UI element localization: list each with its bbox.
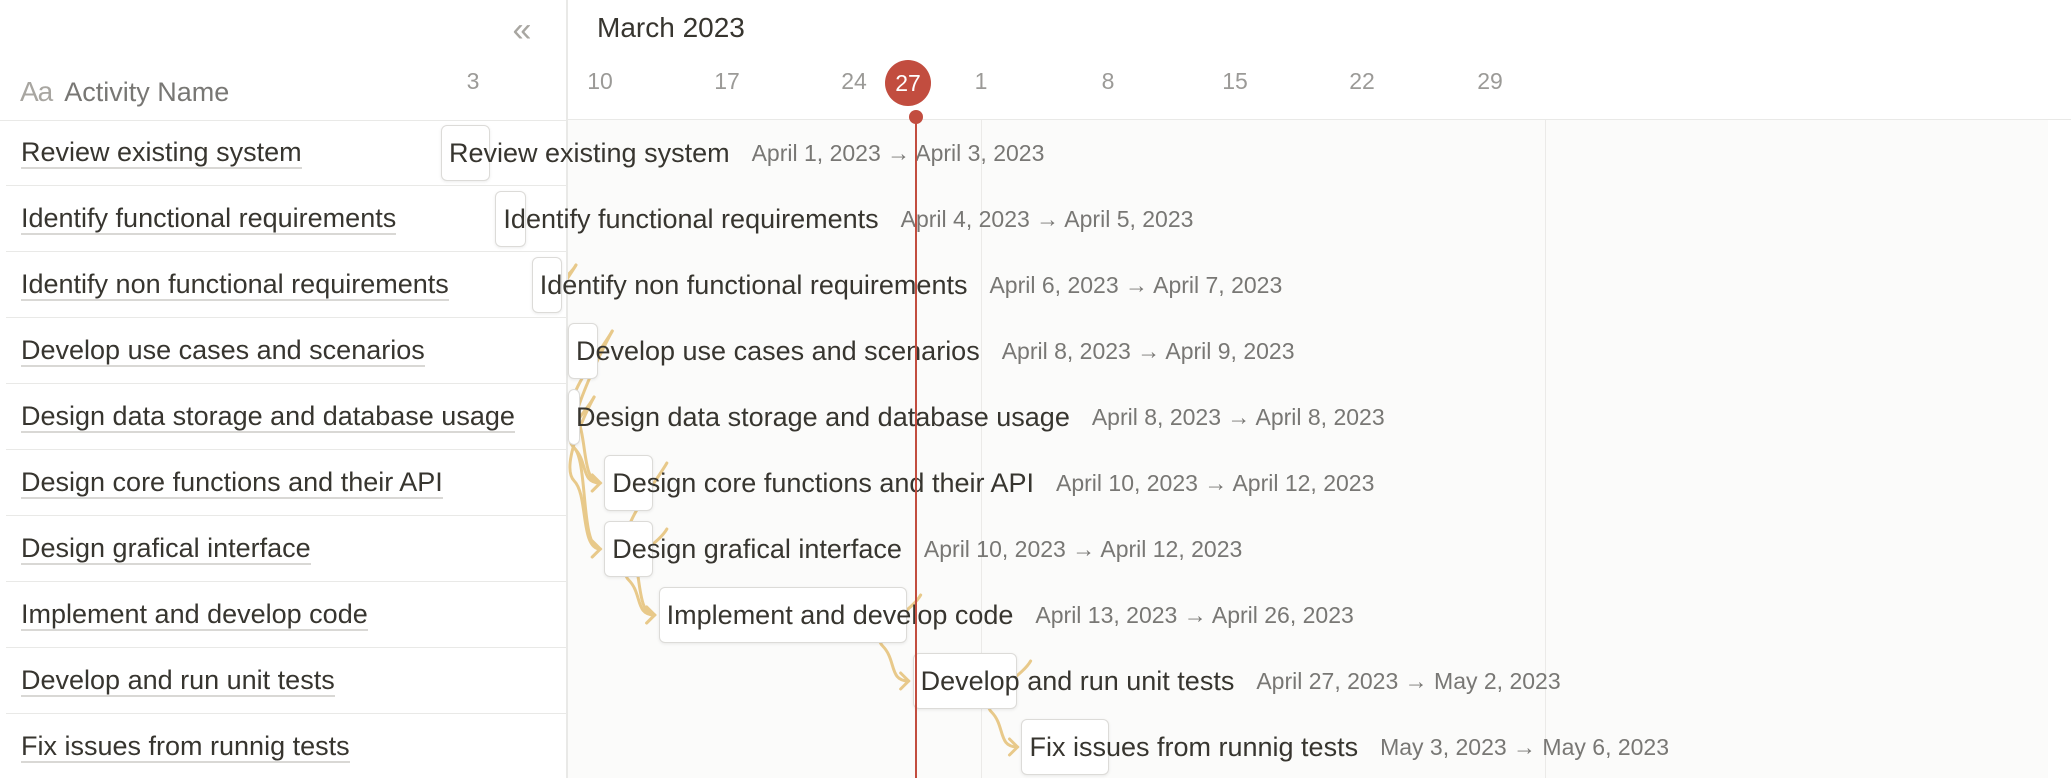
task-bar-label: Implement and develop code April 13, 2023… <box>667 587 1354 643</box>
activity-row[interactable]: Design grafical interface <box>6 516 566 582</box>
task-title: Develop use cases and scenarios <box>575 335 980 366</box>
column-header-label: Activity Name <box>64 76 230 107</box>
task-date-range: April 1, 2023 → April 3, 2023 <box>751 139 1045 166</box>
today-line <box>915 116 917 778</box>
month-label: March 2023 <box>597 12 745 43</box>
day-label: 22 <box>1349 68 1375 94</box>
task-title: Design data storage and database usage <box>575 401 1070 432</box>
day-label: 10 <box>587 68 613 94</box>
activity-name[interactable]: Implement and develop code <box>21 599 368 631</box>
task-date-range: April 8, 2023 → April 9, 2023 <box>1001 337 1295 364</box>
double-chevron-left-icon: « <box>512 10 532 49</box>
activity-row[interactable]: Identify functional requirements <box>6 186 566 252</box>
task-bar-label: Develop and run unit tests April 27, 2023… <box>921 653 1561 709</box>
task-bar-label: Develop use cases and scenarios April 8, … <box>576 323 1295 379</box>
task-title: Review existing system <box>449 137 730 168</box>
header-divider <box>568 119 2071 120</box>
task-bar-label: Fix issues from runnig tests May 3, 2023 … <box>1029 719 1669 775</box>
text-property-icon: Aa <box>20 76 53 107</box>
task-bar-label: Identify non functional requirements Apri… <box>540 257 1283 313</box>
task-date-range: April 10, 2023 → April 12, 2023 <box>1056 469 1375 496</box>
today-dot <box>909 110 923 124</box>
activity-row[interactable]: Design core functions and their API <box>6 450 566 516</box>
day-label: 3 <box>466 68 480 94</box>
task-date-range: April 13, 2023 → April 26, 2023 <box>1035 601 1354 628</box>
activity-name[interactable]: Identify functional requirements <box>21 203 397 235</box>
activity-name[interactable]: Fix issues from runnig tests <box>21 731 350 763</box>
activity-name[interactable]: Identify non functional requirements <box>21 269 449 301</box>
activity-name[interactable]: Design grafical interface <box>21 533 311 565</box>
task-date-range: May 3, 2023 → May 6, 2023 <box>1380 733 1670 760</box>
activity-name[interactable]: Design core functions and their API <box>21 467 443 499</box>
task-bar-label: Identify functional requirements April 4,… <box>503 191 1193 247</box>
activity-row[interactable]: Design data storage and database usage <box>6 384 566 450</box>
activity-name[interactable]: Design data storage and database usage <box>21 401 515 433</box>
task-date-range: April 10, 2023 → April 12, 2023 <box>923 535 1243 562</box>
activity-name[interactable]: Develop use cases and scenarios <box>21 335 425 367</box>
activity-row[interactable]: Fix issues from runnig tests <box>6 714 566 779</box>
task-bar-label: Review existing system April 1, 2023 → Ap… <box>449 125 1044 181</box>
collapse-sidebar-button[interactable]: « <box>502 10 542 50</box>
task-title: Design core functions and their API <box>612 467 1034 498</box>
day-label: 8 <box>1101 68 1115 94</box>
day-label: 24 <box>841 68 867 94</box>
activity-row[interactable]: Develop use cases and scenarios <box>6 318 566 384</box>
timeline-panel: March 2023 3 10 17 24 1 8 15 22 29 Review existi… <box>441 0 2071 778</box>
task-title: Design grafical interface <box>612 533 902 564</box>
activity-row[interactable]: Implement and develop code <box>6 582 566 648</box>
task-date-range: April 27, 2023 → May 2, 2023 <box>1256 667 1561 694</box>
task-title: Identify functional requirements <box>503 203 879 234</box>
activity-row[interactable]: Develop and run unit tests <box>6 648 566 714</box>
task-bar-label: Design grafical interface April 10, 2023 … <box>612 521 1242 577</box>
activity-name[interactable]: Review existing system <box>21 137 302 169</box>
day-label: 17 <box>714 68 740 94</box>
activity-name-panel: « Aa Activity Name Review existing syste… <box>0 0 568 778</box>
task-bar-label: Design core functions and their API April… <box>612 455 1374 511</box>
activity-row[interactable]: Identify non functional requirements <box>6 252 566 318</box>
task-date-range: April 4, 2023 → April 5, 2023 <box>900 205 1194 232</box>
task-bar-label: Design data storage and database usage Ap… <box>576 389 1385 445</box>
day-label: 1 <box>974 68 988 94</box>
task-title: Implement and develop code <box>666 599 1014 630</box>
day-label: 29 <box>1477 68 1503 94</box>
task-date-range: April 8, 2023 → April 8, 2023 <box>1091 403 1385 430</box>
day-label: 15 <box>1222 68 1248 94</box>
task-title: Identify non functional requirements <box>539 269 968 300</box>
task-title: Develop and run unit tests <box>920 665 1235 696</box>
today-badge[interactable]: 27 <box>885 60 931 106</box>
task-date-range: April 6, 2023 → April 7, 2023 <box>989 271 1283 298</box>
activity-name[interactable]: Develop and run unit tests <box>21 665 335 697</box>
task-title: Fix issues from runnig tests <box>1029 731 1359 762</box>
